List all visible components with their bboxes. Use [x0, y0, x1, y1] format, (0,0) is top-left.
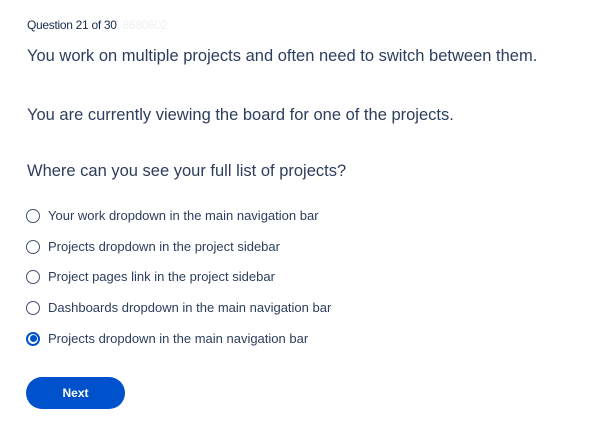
option-3[interactable]: Dashboards dropdown in the main navigati…: [26, 300, 331, 315]
radio-button[interactable]: [26, 239, 40, 254]
counter-text: Question 21 of 30: [27, 18, 117, 32]
radio-button[interactable]: [26, 269, 40, 284]
question-prompt: Where can you see your full list of proj…: [27, 162, 347, 180]
question-code: 8680602: [122, 18, 168, 32]
question-text-1: You work on multiple projects and often …: [27, 47, 538, 65]
option-label: Projects dropdown in the project sidebar: [48, 239, 280, 254]
radio-button[interactable]: [26, 208, 40, 223]
option-1[interactable]: Projects dropdown in the project sidebar: [26, 239, 280, 254]
option-label: Dashboards dropdown in the main navigati…: [48, 300, 332, 315]
option-2[interactable]: Project pages link in the project sideba…: [26, 269, 275, 284]
option-label: Your work dropdown in the main navigatio…: [48, 208, 319, 223]
option-0[interactable]: Your work dropdown in the main navigatio…: [26, 208, 319, 223]
option-label: Projects dropdown in the main navigation…: [48, 331, 309, 346]
option-4[interactable]: Projects dropdown in the main navigation…: [26, 331, 308, 346]
option-label: Project pages link in the project sideba…: [48, 269, 275, 284]
radio-button[interactable]: [26, 300, 40, 315]
radio-button-selected[interactable]: [26, 331, 40, 346]
question-counter: Question 21 of 30 8680602: [27, 18, 168, 32]
next-button[interactable]: Next: [26, 377, 125, 409]
question-text-2: You are currently viewing the board for …: [27, 106, 454, 124]
